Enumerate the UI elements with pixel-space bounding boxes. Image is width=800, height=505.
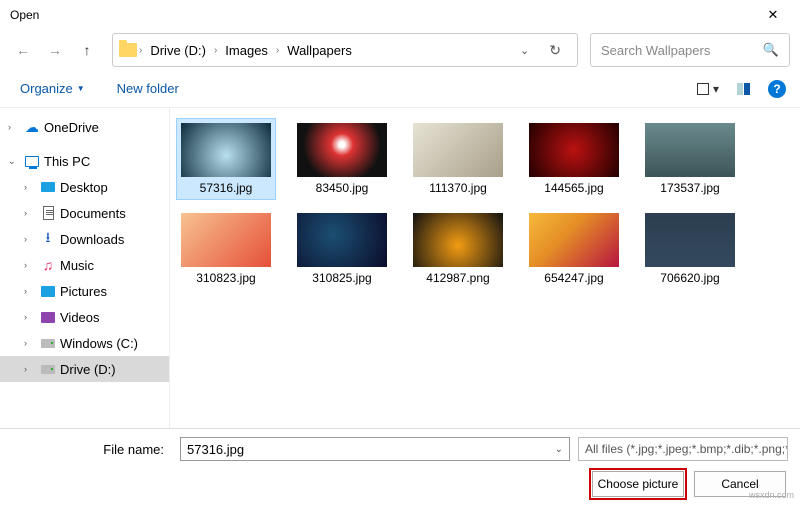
body: › ☁ OneDrive ⌄ This PC › Desktop › Docum… — [0, 108, 800, 428]
thumbnail — [413, 213, 503, 267]
watermark: wsxdn.com — [749, 490, 794, 500]
sidebar: › ☁ OneDrive ⌄ This PC › Desktop › Docum… — [0, 108, 170, 428]
breadcrumb-item[interactable]: Images — [217, 43, 276, 58]
sidebar-item-documents[interactable]: › Documents — [0, 200, 169, 226]
chevron-down-icon: ▼ — [77, 84, 85, 93]
file-item[interactable]: 654247.jpg — [524, 208, 624, 290]
file-name: 310825.jpg — [312, 271, 371, 285]
file-name: 310823.jpg — [196, 271, 255, 285]
file-item[interactable]: 310823.jpg — [176, 208, 276, 290]
help-button[interactable]: ? — [768, 80, 786, 98]
download-icon: ⭳ — [40, 231, 56, 247]
thumbnail — [645, 213, 735, 267]
sidebar-item-downloads[interactable]: › ⭳ Downloads — [0, 226, 169, 252]
address-dropdown[interactable]: ⌄ — [510, 44, 539, 57]
close-button[interactable]: ✕ — [750, 0, 796, 30]
folder-icon — [119, 43, 137, 57]
nav-row: ← → ↑ › Drive (D:) › Images › Wallpapers… — [0, 30, 800, 70]
bottom-bar: File name: 57316.jpg ⌄ All files (*.jpg;… — [0, 428, 800, 505]
sidebar-item-desktop[interactable]: › Desktop — [0, 174, 169, 200]
toolbar: Organize ▼ New folder ▾ ? — [0, 70, 800, 108]
chevron-down-icon[interactable]: ⌄ — [555, 444, 563, 455]
chevron-right-icon: › — [24, 234, 36, 244]
new-folder-button[interactable]: New folder — [111, 77, 185, 100]
sidebar-item-pictures[interactable]: › Pictures — [0, 278, 169, 304]
videos-icon — [40, 309, 56, 325]
chevron-right-icon: › — [8, 122, 20, 132]
file-area[interactable]: 57316.jpg 83450.jpg 111370.jpg 144565.jpg 17… — [170, 108, 800, 428]
chevron-right-icon: › — [24, 208, 36, 218]
organize-menu[interactable]: Organize ▼ — [14, 77, 91, 100]
file-item[interactable]: 412987.png — [408, 208, 508, 290]
cloud-icon: ☁ — [24, 119, 40, 135]
chevron-right-icon: › — [24, 338, 36, 348]
sidebar-item-videos[interactable]: › Videos — [0, 304, 169, 330]
file-item[interactable]: 111370.jpg — [408, 118, 508, 200]
search-input[interactable]: Search Wallpapers 🔍 — [590, 33, 790, 67]
view-mode-button[interactable]: ▾ — [697, 82, 719, 96]
up-button[interactable]: ↑ — [74, 37, 100, 63]
file-type-filter[interactable]: All files (*.jpg;*.jpeg;*.bmp;*.dib;*.pn… — [578, 437, 788, 461]
file-name: 57316.jpg — [200, 181, 253, 195]
chevron-right-icon: › — [24, 364, 36, 374]
sidebar-item-drive-c[interactable]: › Windows (C:) — [0, 330, 169, 356]
chevron-right-icon: › — [24, 260, 36, 270]
window-title: Open — [10, 8, 750, 22]
thumbnail — [297, 213, 387, 267]
search-icon: 🔍 — [763, 42, 779, 58]
preview-pane-button[interactable] — [737, 83, 750, 95]
drive-icon — [40, 335, 56, 351]
desktop-icon — [40, 179, 56, 195]
file-item[interactable]: 173537.jpg — [640, 118, 740, 200]
forward-button[interactable]: → — [42, 37, 68, 63]
file-name: 144565.jpg — [544, 181, 603, 195]
chevron-right-icon: › — [24, 286, 36, 296]
thumbnail — [181, 123, 271, 177]
file-item[interactable]: 57316.jpg — [176, 118, 276, 200]
breadcrumb-item[interactable]: Drive (D:) — [142, 43, 214, 58]
chevron-right-icon: › — [24, 312, 36, 322]
choose-picture-button[interactable]: Choose picture — [592, 471, 684, 497]
file-item[interactable]: 144565.jpg — [524, 118, 624, 200]
pictures-icon — [40, 283, 56, 299]
pc-icon — [24, 153, 40, 169]
refresh-button[interactable]: ↻ — [539, 42, 571, 59]
file-name: 83450.jpg — [316, 181, 369, 195]
chevron-down-icon: ⌄ — [8, 156, 20, 167]
view-icon — [697, 83, 709, 95]
address-bar[interactable]: › Drive (D:) › Images › Wallpapers ⌄ ↻ — [112, 33, 578, 67]
file-name: 111370.jpg — [429, 181, 487, 195]
music-icon: ♫ — [40, 257, 56, 273]
thumbnail — [413, 123, 503, 177]
thumbnail — [645, 123, 735, 177]
sidebar-item-thispc[interactable]: ⌄ This PC — [0, 148, 169, 174]
breadcrumb-item[interactable]: Wallpapers — [279, 43, 360, 58]
back-button[interactable]: ← — [10, 37, 36, 63]
file-name: 173537.jpg — [660, 181, 719, 195]
file-name: 412987.png — [426, 271, 489, 285]
thumbnail — [297, 123, 387, 177]
thumbnail — [529, 123, 619, 177]
sidebar-item-onedrive[interactable]: › ☁ OneDrive — [0, 114, 169, 140]
filename-input[interactable]: 57316.jpg ⌄ — [180, 437, 570, 461]
file-item[interactable]: 83450.jpg — [292, 118, 392, 200]
sidebar-item-music[interactable]: › ♫ Music — [0, 252, 169, 278]
file-name: 706620.jpg — [660, 271, 719, 285]
titlebar: Open ✕ — [0, 0, 800, 30]
drive-icon — [40, 361, 56, 377]
sidebar-item-drive-d[interactable]: › Drive (D:) — [0, 356, 169, 382]
document-icon — [40, 205, 56, 221]
file-item[interactable]: 310825.jpg — [292, 208, 392, 290]
file-name: 654247.jpg — [544, 271, 603, 285]
thumbnail — [529, 213, 619, 267]
search-placeholder: Search Wallpapers — [601, 43, 710, 58]
file-item[interactable]: 706620.jpg — [640, 208, 740, 290]
thumbnail — [181, 213, 271, 267]
chevron-right-icon: › — [24, 182, 36, 192]
filename-label: File name: — [12, 442, 172, 457]
chevron-down-icon: ▾ — [713, 82, 719, 96]
